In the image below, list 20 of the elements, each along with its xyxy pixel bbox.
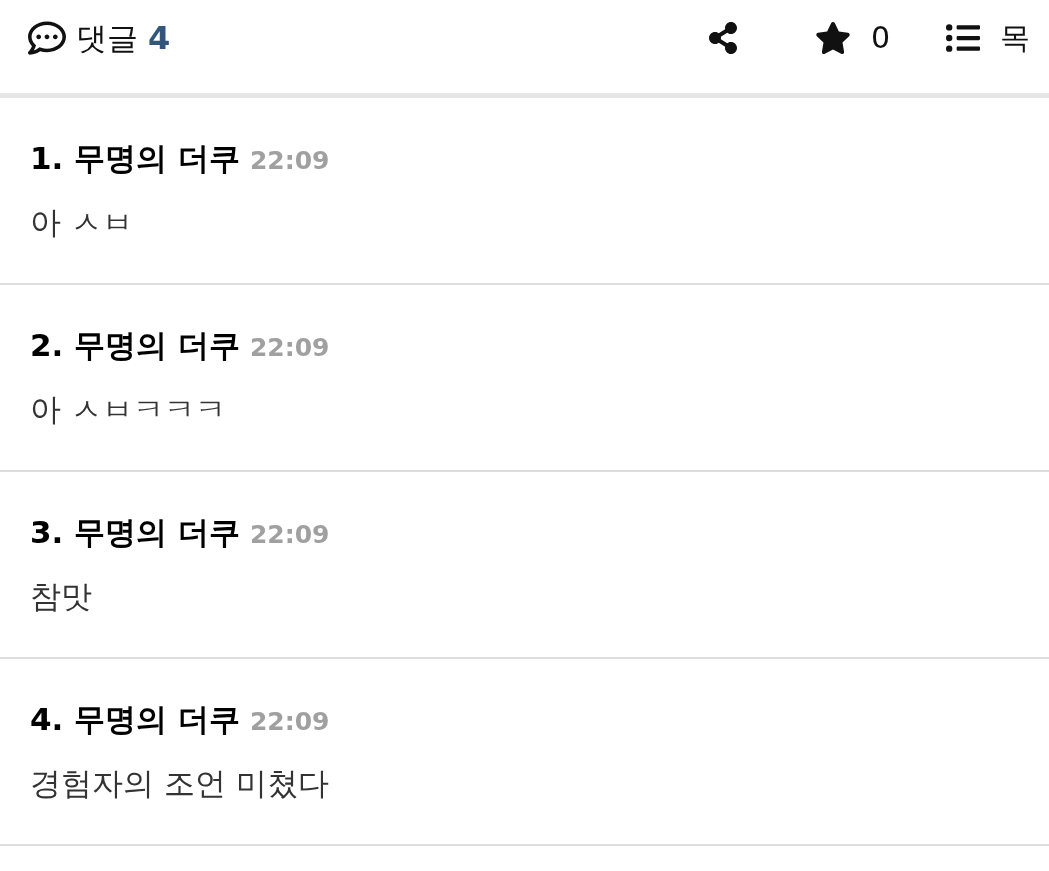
- star-icon: [814, 20, 851, 56]
- share-icon[interactable]: [706, 22, 739, 54]
- comment-author: 3. 무명의 더쿠: [30, 513, 240, 552]
- comment-time: 22:09: [249, 332, 330, 364]
- comment-author: 4. 무명의 더쿠: [30, 700, 240, 739]
- comments-label: 댓글: [76, 19, 138, 58]
- speech-bubble-icon: [28, 19, 66, 57]
- star-button[interactable]: 0: [814, 16, 890, 60]
- comment-text: 참맛: [30, 577, 92, 616]
- comment-text: 아 ㅅㅂ: [30, 203, 133, 242]
- comment-count: 4: [148, 18, 171, 59]
- comment-text: 경험자의 조언 미쳤다: [30, 764, 329, 803]
- comment-author: 1. 무명의 더쿠: [30, 139, 240, 178]
- comment-author: 2. 무명의 더쿠: [30, 326, 240, 365]
- comment-time: 22:09: [249, 706, 330, 738]
- list-icon: [946, 21, 980, 55]
- comment-time: 22:09: [249, 519, 330, 551]
- list-button[interactable]: 목: [946, 16, 1030, 60]
- comment-time: 22:09: [249, 145, 330, 177]
- comment-text: 아 ㅅㅂㅋㅋㅋ: [30, 390, 226, 429]
